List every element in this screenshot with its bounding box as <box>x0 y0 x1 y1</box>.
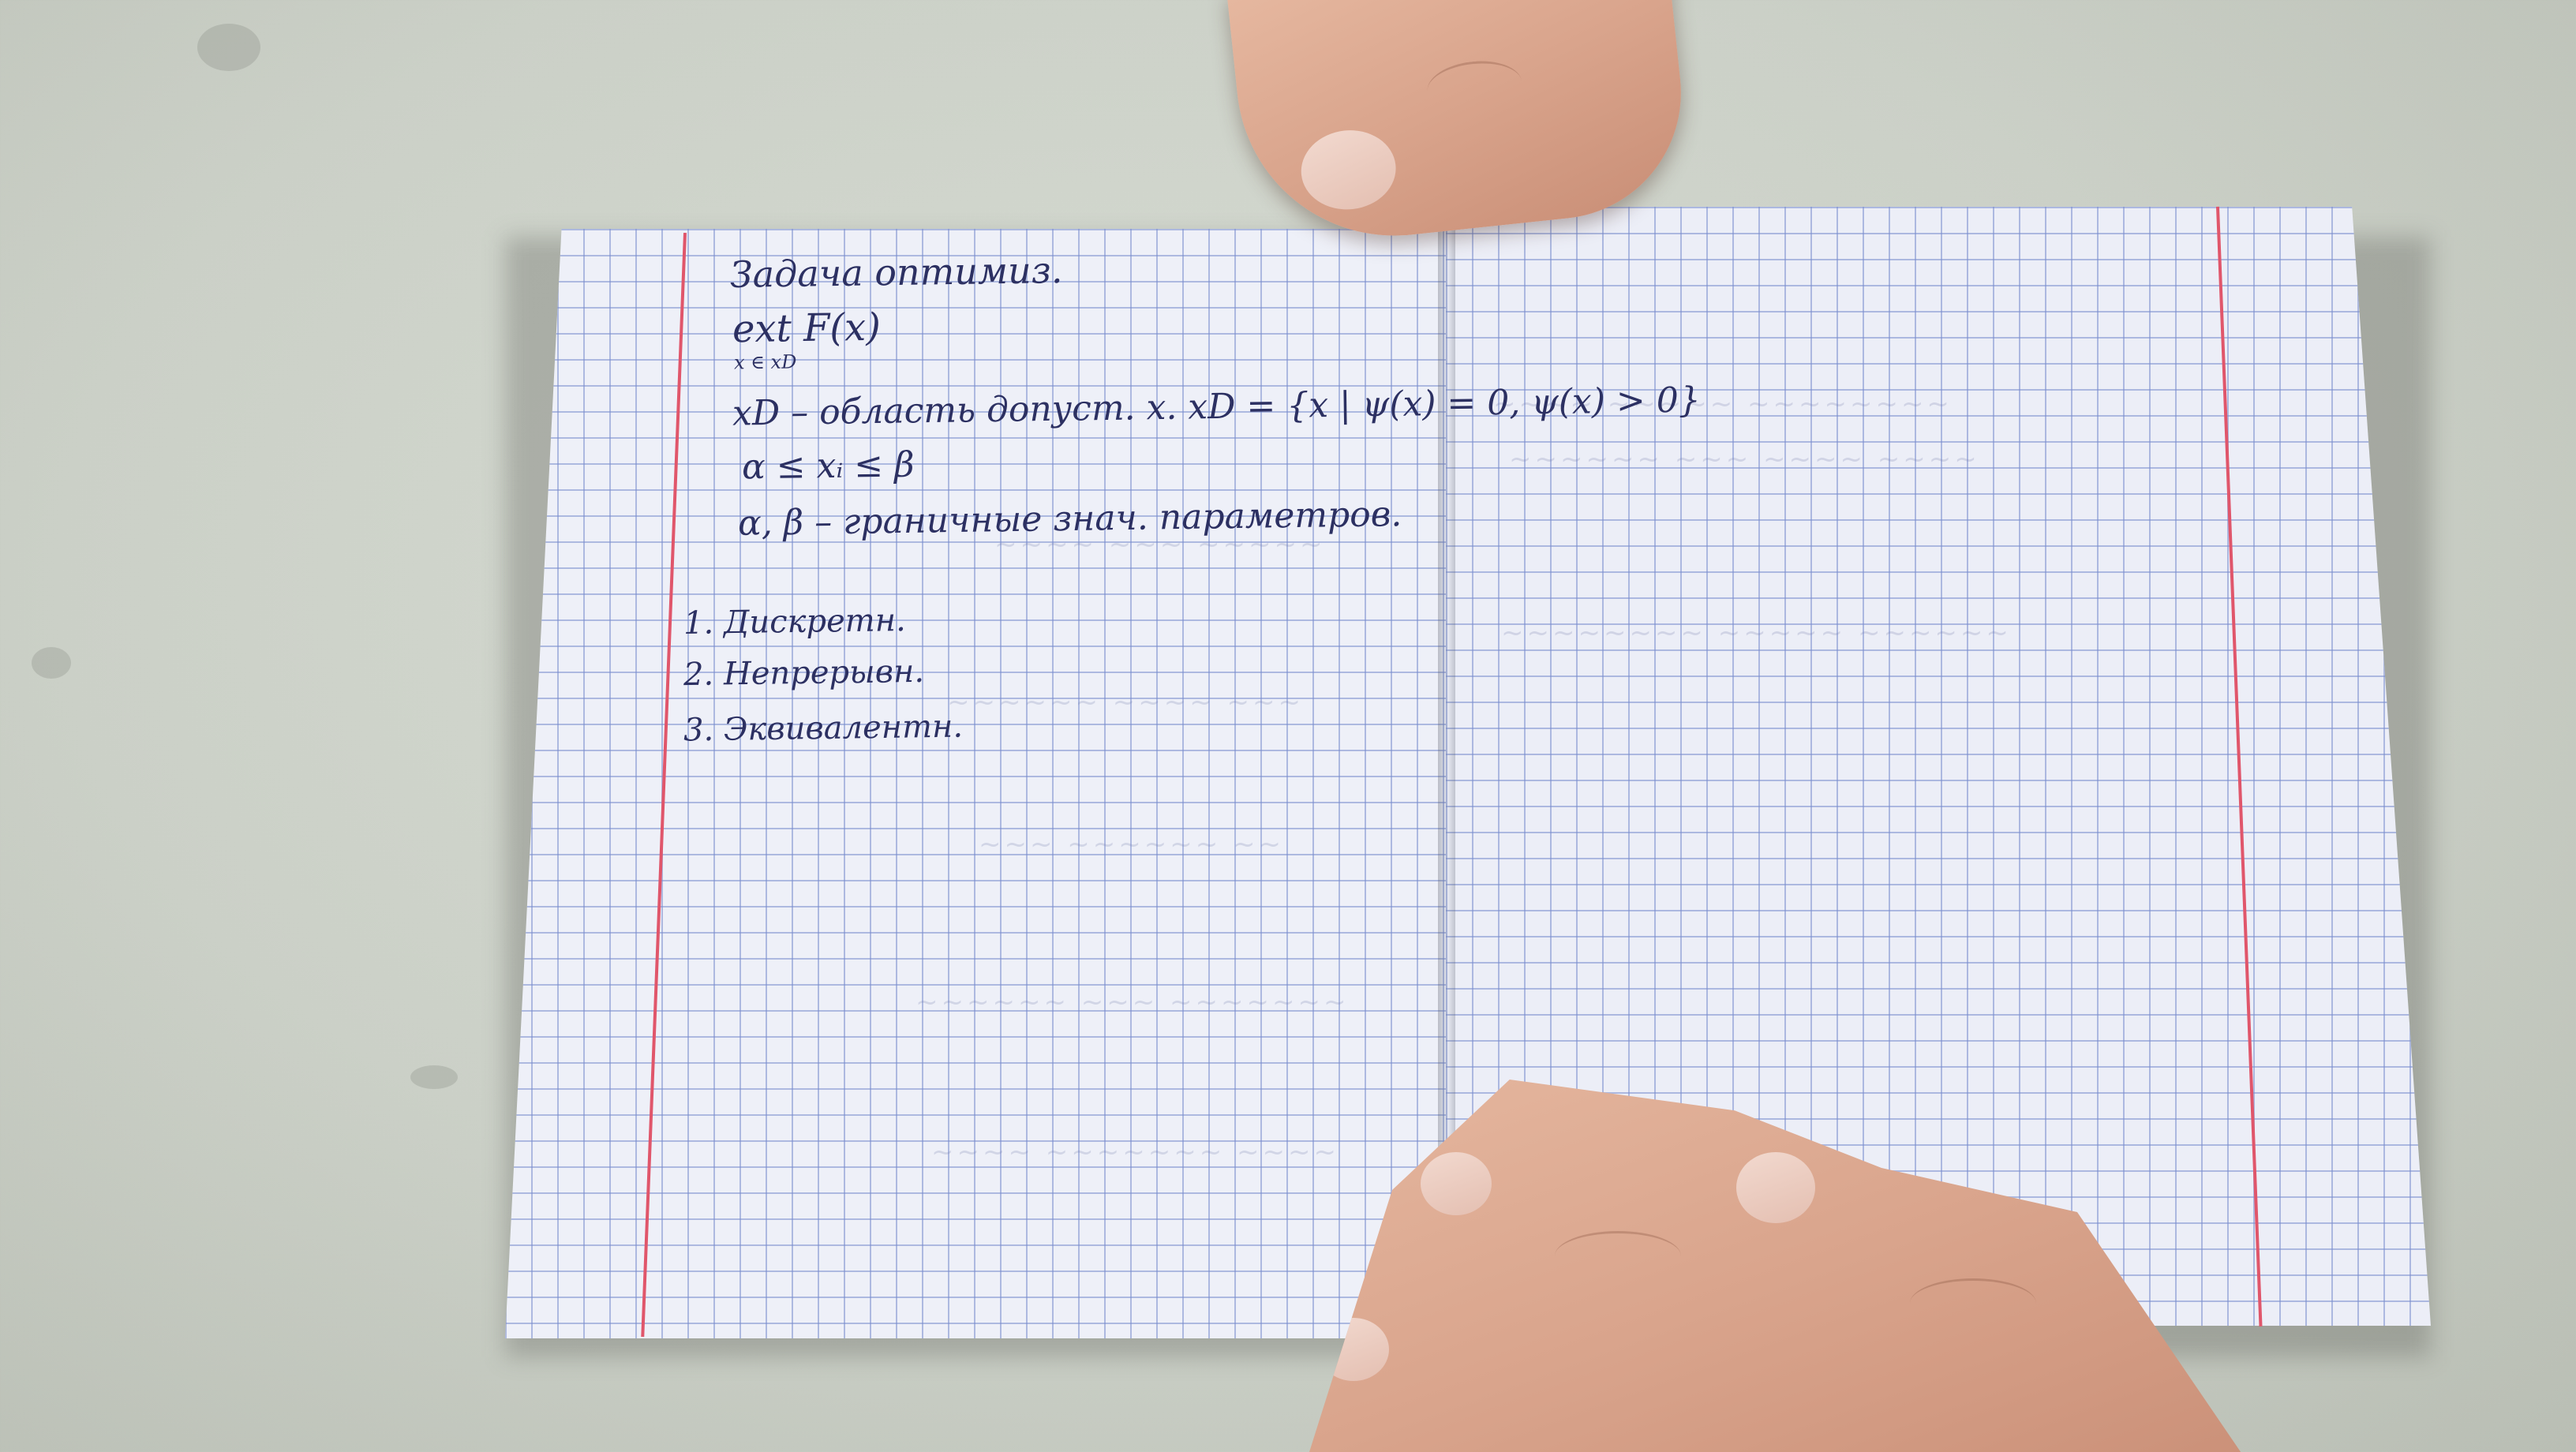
desk-stain <box>197 24 260 71</box>
thumbnail <box>1736 1152 1815 1223</box>
knuckle <box>1910 1278 2036 1328</box>
handwritten-constraint: α ≤ xᵢ ≤ β <box>741 444 915 488</box>
fingernail <box>1421 1152 1492 1215</box>
handwritten-list-item: 3. Эквивалентн. <box>683 708 964 749</box>
handwritten-list-item: 2. Непрерывн. <box>683 653 925 694</box>
knuckle <box>1425 56 1525 117</box>
handwritten-list-item: 1. Дискретн. <box>683 602 907 642</box>
photo-scene: ~~~~ ~~~ ~~~~~ ~~~~~~ ~~~~ ~~~ ~~~ ~~~~~… <box>0 0 2576 1452</box>
bleed-through-text: ~~~~~~ ~~~~ ~~~ <box>947 687 1304 718</box>
handwritten-title: Задача оптимиз. <box>729 249 1063 296</box>
handwritten-formula: ext F(x) <box>732 305 882 352</box>
bleed-through-text: ~~~~ ~~~~~~~ ~~~~ <box>931 1136 1339 1168</box>
desk-stain <box>32 647 71 679</box>
handwritten-subscript: x ∈ xD <box>733 350 797 374</box>
desk-stain <box>410 1065 458 1089</box>
bleed-through-text: ~~~~~~ ~~~ ~~~~ ~~~~ <box>1509 443 1980 475</box>
bleed-through-text: ~~~ ~~~~~~ ~~ <box>979 829 1284 860</box>
thumbnail <box>1297 125 1400 215</box>
knuckle <box>1555 1231 1681 1281</box>
bleed-through-text: ~~~~~~~~ ~~~~~ ~~~~~~ <box>1501 617 2012 649</box>
bleed-through-text: ~~~~~~ ~~~ ~~~~~~~ <box>915 986 1350 1018</box>
